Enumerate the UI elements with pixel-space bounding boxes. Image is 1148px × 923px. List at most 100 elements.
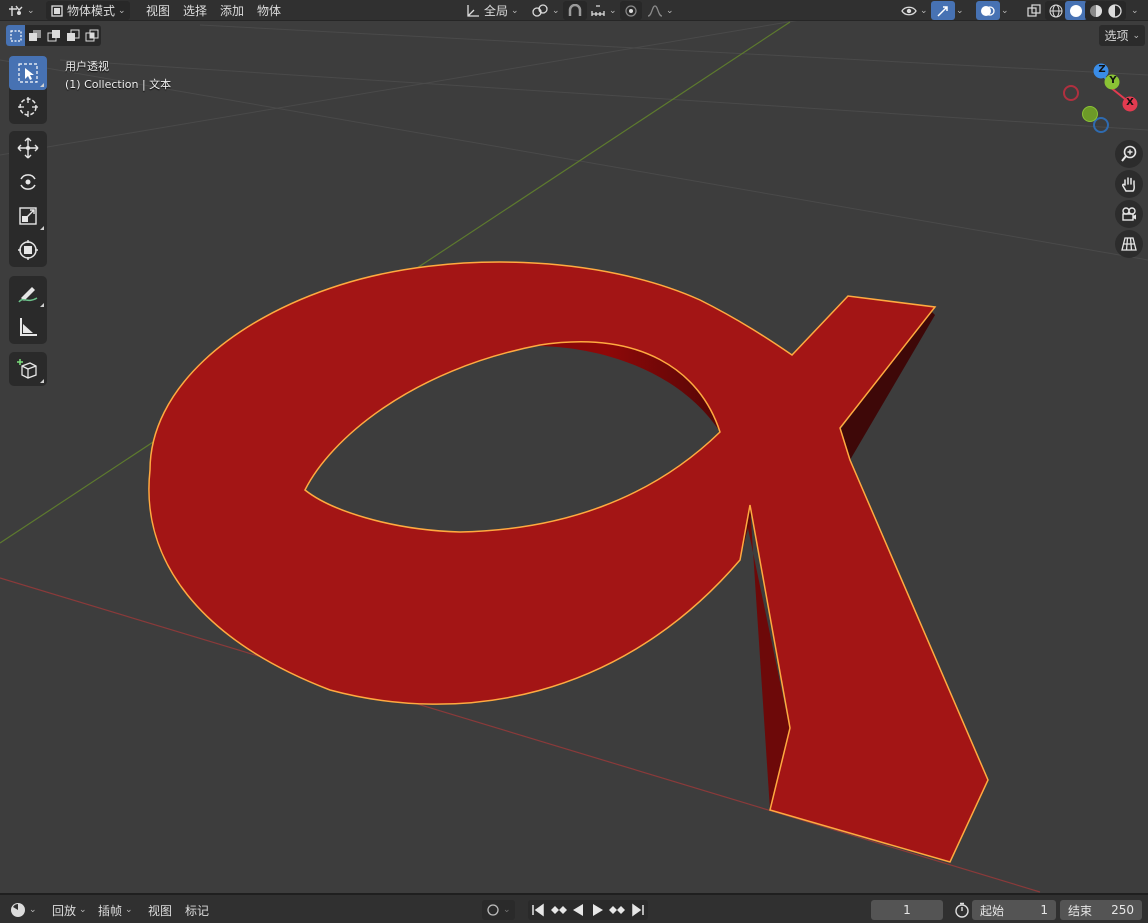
tool-annotate[interactable] <box>9 276 47 310</box>
transform-icon <box>18 240 38 260</box>
playback-controls <box>528 900 648 920</box>
tool-scale[interactable] <box>9 199 47 233</box>
xray-icon <box>1027 3 1041 17</box>
clock-icon <box>11 903 25 917</box>
chevron-down-icon: ⌄ <box>125 905 133 915</box>
keying-menu[interactable]: 插帧 ⌄ <box>94 900 137 920</box>
select-set-icon <box>9 29 22 42</box>
zoom-button[interactable] <box>1115 140 1143 168</box>
snap-increment-icon <box>591 4 605 16</box>
zoom-icon <box>1121 145 1137 162</box>
overlays-dropdown[interactable]: ⌄ <box>997 1 1013 20</box>
proportional-edit-toggle[interactable] <box>620 1 642 20</box>
gizmo-neg-x[interactable] <box>1063 85 1079 101</box>
snap-target-dropdown[interactable]: ⌄ <box>586 1 621 20</box>
shading-wireframe-button[interactable] <box>1045 1 1067 20</box>
shading-rendered-button[interactable] <box>1104 1 1126 20</box>
play-icon[interactable] <box>588 900 608 920</box>
view-name: 用户透视 <box>65 60 109 73</box>
xray-toggle[interactable] <box>1022 1 1046 20</box>
proportional-dot-icon <box>625 4 637 17</box>
orientation-axes-icon <box>467 4 479 17</box>
transform-orientation-dropdown[interactable]: 全局 ⌄ <box>461 1 523 20</box>
select-extend-button[interactable] <box>25 25 44 46</box>
shading-solid-button[interactable] <box>1065 1 1087 20</box>
toolbar-select-group <box>9 56 47 124</box>
measure-icon <box>20 318 37 336</box>
select-extend-icon <box>28 29 41 41</box>
start-frame-field[interactable]: 起始 1 <box>972 900 1056 920</box>
play-reverse-icon[interactable] <box>568 900 588 920</box>
current-frame-field[interactable]: 1 <box>871 900 943 920</box>
menu-object[interactable]: 物体 <box>257 1 281 20</box>
pan-button[interactable] <box>1115 170 1143 198</box>
snap-toggle[interactable] <box>563 1 587 20</box>
end-frame-value: 250 <box>1111 903 1134 917</box>
tool-options-corner <box>40 379 44 383</box>
falloff-dropdown[interactable]: ⌄ <box>643 1 678 20</box>
select-mode-group <box>6 25 101 46</box>
marker-menu[interactable]: 标记 <box>181 900 213 920</box>
jump-start-icon[interactable] <box>528 900 548 920</box>
stopwatch-icon <box>955 902 969 918</box>
menu-select[interactable]: 选择 <box>183 1 207 20</box>
chevron-down-icon: ⌄ <box>609 5 617 16</box>
next-keyframe-icon[interactable] <box>608 900 628 920</box>
gizmo-neg-z[interactable] <box>1093 117 1109 133</box>
select-intersect-button[interactable] <box>82 25 101 46</box>
options-label: 选项 <box>1104 29 1129 43</box>
orientation-label: 全局 <box>484 4 509 18</box>
ortho-toggle-button[interactable] <box>1115 230 1143 258</box>
select-difference-button[interactable] <box>63 25 82 46</box>
shading-dropdown[interactable]: ⌄ <box>1127 1 1143 20</box>
mode-dropdown[interactable]: 物体模式 ⌄ <box>46 1 130 20</box>
rendered-sphere-icon <box>1108 3 1122 18</box>
timeline-view-menu[interactable]: 视图 <box>144 900 176 920</box>
editor-type-button[interactable]: ⌄ <box>4 1 39 20</box>
tool-options-corner <box>40 83 44 87</box>
gizmo-z-label: Z <box>1098 64 1106 75</box>
playback-menu[interactable]: 回放 ⌄ <box>48 900 91 920</box>
pivot-point-dropdown[interactable]: ⌄ <box>527 1 564 20</box>
gizmo-dropdown[interactable]: ⌄ <box>952 1 968 20</box>
select-intersect-icon <box>85 29 98 41</box>
timeline-header: ⌄ 回放 ⌄ 插帧 ⌄ 视图 标记 ⌄ 1 起始 1 结束 250 <box>0 893 1148 923</box>
chevron-down-icon: ⌄ <box>511 5 519 16</box>
tool-transform[interactable] <box>9 233 47 267</box>
chevron-down-icon: ⌄ <box>27 5 35 16</box>
menu-view[interactable]: 视图 <box>146 1 170 20</box>
text-object <box>148 261 989 863</box>
viewport-header: ⌄ 物体模式 ⌄ 视图 选择 添加 物体 全局 ⌄ ⌄ ⌄ ⌄ ⌄ ⌄ ⌄ ⌄ <box>0 0 1148 21</box>
select-subtract-button[interactable] <box>44 25 63 46</box>
jump-end-icon[interactable] <box>628 900 648 920</box>
prev-keyframe-icon[interactable] <box>548 900 568 920</box>
auto-keying-toggle[interactable]: ⌄ <box>482 900 515 920</box>
chevron-down-icon: ⌄ <box>666 5 674 16</box>
menu-add[interactable]: 添加 <box>220 1 244 20</box>
tool-select-box[interactable] <box>9 56 47 90</box>
tool-add-cube[interactable] <box>9 352 47 386</box>
preview-range-toggle[interactable] <box>950 900 974 920</box>
material-sphere-icon <box>1090 4 1102 17</box>
solid-sphere-icon <box>1070 4 1082 17</box>
collection-object-label: (1) Collection | 文本 <box>65 78 172 91</box>
annotate-icon <box>18 287 38 303</box>
move-icon <box>17 137 39 159</box>
start-frame-value: 1 <box>1040 903 1048 917</box>
chevron-down-icon: ⌄ <box>552 5 560 16</box>
eye-icon <box>901 6 917 15</box>
start-frame-label: 起始 <box>980 903 1005 918</box>
tool-measure[interactable] <box>9 310 47 344</box>
timeline-editor-type[interactable]: ⌄ <box>6 900 41 920</box>
end-frame-field[interactable]: 结束 250 <box>1060 900 1142 920</box>
magnet-icon <box>568 3 582 16</box>
camera-icon <box>1122 207 1136 221</box>
camera-view-button[interactable] <box>1115 200 1143 228</box>
tool-move[interactable] <box>9 131 47 165</box>
tool-rotate[interactable] <box>9 165 47 199</box>
gizmo-neg-y[interactable] <box>1082 106 1098 122</box>
select-set-button[interactable] <box>6 25 25 46</box>
options-dropdown[interactable]: 选项 ⌄ <box>1099 25 1145 46</box>
visibility-dropdown[interactable]: ⌄ <box>897 1 932 20</box>
tool-cursor[interactable] <box>9 90 47 124</box>
